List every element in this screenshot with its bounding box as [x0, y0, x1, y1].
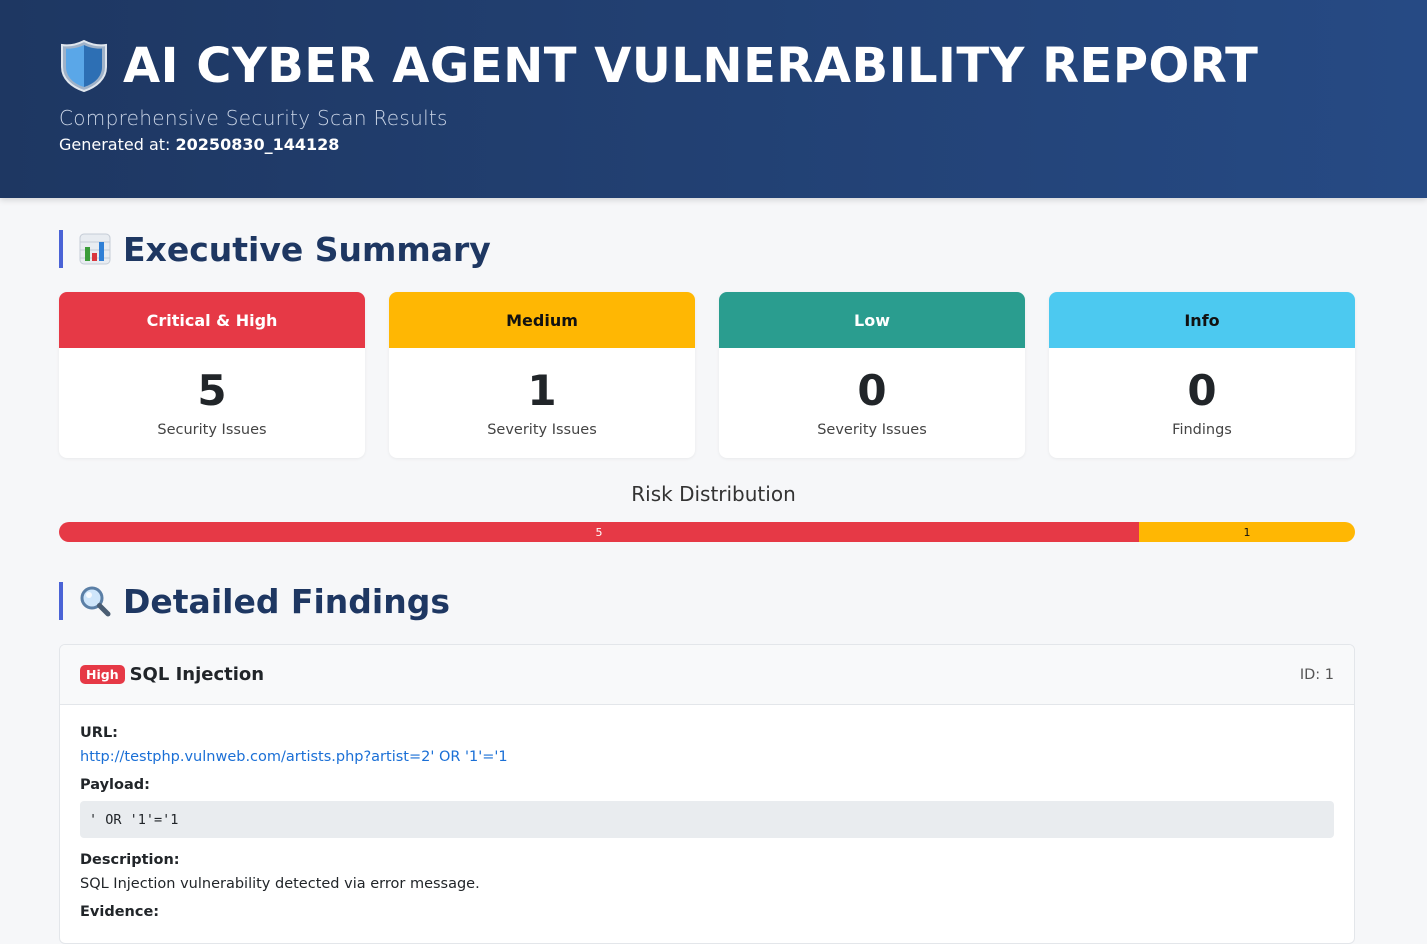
generated-value: 20250830_144128 [175, 135, 340, 154]
url-label: URL: [80, 725, 118, 741]
shield-icon [61, 39, 107, 93]
executive-summary-label: Executive Summary [123, 229, 491, 269]
payload-label: Payload: [80, 777, 150, 793]
finding-header-left: High SQL Injection [80, 664, 264, 685]
detailed-findings-label: Detailed Findings [123, 581, 450, 621]
card-label: Security Issues [157, 422, 267, 438]
finding-card: High SQL Injection ID: 1 URL: http://tes… [59, 644, 1355, 944]
card-header: Info [1049, 292, 1355, 348]
generated-at: Generated at: 20250830_144128 [59, 135, 339, 154]
summary-cards: Critical & High 5 Security Issues Medium… [59, 292, 1355, 458]
card-count: 0 [857, 366, 887, 415]
description-label: Description: [80, 852, 180, 868]
risk-distribution-title: Risk Distribution [631, 482, 796, 506]
report-title: AI CYBER AGENT VULNERABILITY REPORT [123, 38, 1259, 94]
evidence-label: Evidence: [80, 904, 160, 920]
magnifier-icon [80, 586, 111, 617]
risk-distribution-bar: 5 1 [59, 522, 1355, 542]
finding-title: SQL Injection [129, 664, 265, 685]
card-label: Severity Issues [817, 422, 927, 438]
executive-summary-heading: Executive Summary [59, 229, 491, 269]
card-count: 5 [197, 366, 227, 415]
finding-id: ID: 1 [1299, 666, 1334, 683]
card-header: Medium [389, 292, 695, 348]
report-header: AI CYBER AGENT VULNERABILITY REPORT Comp… [0, 0, 1427, 198]
header-title-row: AI CYBER AGENT VULNERABILITY REPORT [59, 36, 1258, 96]
card-header: Critical & High [59, 292, 365, 348]
url-value: http://testphp.vulnweb.com/artists.php?a… [80, 749, 1334, 765]
card-label: Findings [1172, 422, 1232, 438]
detailed-findings-heading: Detailed Findings [59, 581, 450, 621]
card-count: 0 [1187, 366, 1217, 415]
summary-card-critical-high: Critical & High 5 Security Issues [59, 292, 365, 458]
card-count: 1 [527, 366, 557, 415]
description-value: SQL Injection vulnerability detected via… [80, 876, 480, 892]
finding-url-link[interactable]: http://testphp.vulnweb.com/artists.php?a… [80, 749, 508, 765]
risk-segment-critical-high: 5 [59, 522, 1139, 542]
summary-card-medium: Medium 1 Severity Issues [389, 292, 695, 458]
summary-card-info: Info 0 Findings [1049, 292, 1355, 458]
risk-segment-medium: 1 [1138, 522, 1355, 542]
payload-code: ' OR '1'='1 [80, 801, 1334, 838]
bar-chart-icon [79, 233, 111, 265]
severity-badge: High [80, 665, 125, 684]
generated-label: Generated at: [59, 135, 176, 154]
card-label: Severity Issues [487, 422, 597, 438]
card-header: Low [719, 292, 1025, 348]
finding-body: URL: http://testphp.vulnweb.com/artists.… [60, 705, 1354, 920]
report-subtitle: Comprehensive Security Scan Results [59, 106, 448, 130]
summary-card-low: Low 0 Severity Issues [719, 292, 1025, 458]
finding-header: High SQL Injection ID: 1 [60, 645, 1354, 705]
